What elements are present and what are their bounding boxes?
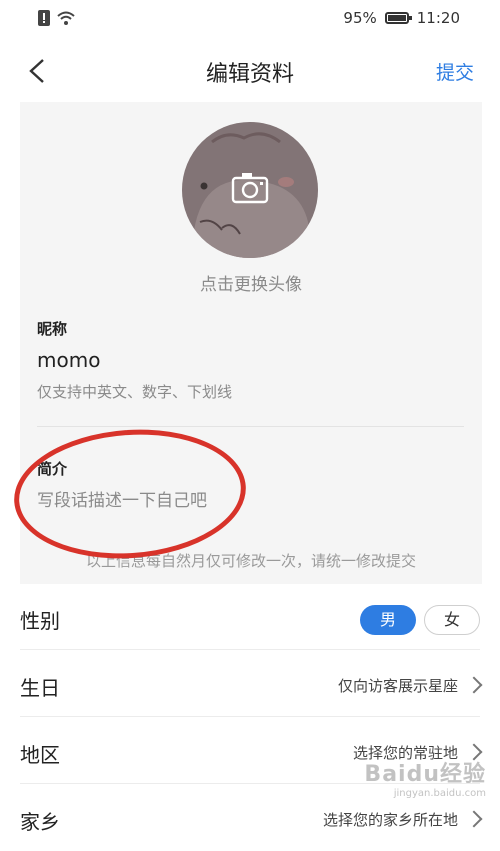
status-icons-left [38,10,76,26]
sim-alert-icon [38,10,50,26]
battery-percent: 95% [343,9,377,27]
avatar[interactable] [182,122,318,258]
divider [37,426,464,427]
wifi-icon [57,11,75,25]
nav-bar: 编辑资料 提交 [0,40,500,102]
bio-input[interactable]: 写段话描述一下自己吧 [37,486,207,511]
page-title: 编辑资料 [205,62,294,87]
watermark-logo: Baidu经验 jingyan.baidu.com [364,756,486,799]
watermark-url: jingyan.baidu.com [393,788,486,799]
status-icons-right: 95% 11:20 [343,9,460,27]
nickname-label: 昵称 [37,320,68,338]
watermark-text: Baidu经验 [364,762,486,787]
profile-panel: 点击更换头像 昵称 momo 仅支持中英文、数字、下划线 简介 写段话描述一下自… [20,102,482,584]
chevron-right-icon [465,810,483,828]
gender-female-option[interactable]: 女 [424,605,480,635]
nickname-hint: 仅支持中英文、数字、下划线 [37,383,233,401]
submit-button[interactable]: 提交 [436,58,474,85]
status-bar: 95% 11:20 [0,0,500,40]
region-label: 地区 [20,743,60,767]
avatar-change-hint[interactable]: 点击更换头像 [20,270,482,295]
gender-label: 性别 [20,609,60,633]
hometown-value: 选择您的家乡所在地 [322,811,458,829]
clock: 11:20 [416,9,460,27]
avatar-image [182,122,318,258]
bio-label: 简介 [37,460,68,478]
birthday-row[interactable]: 生日 仅向访客展示星座 [0,651,500,717]
divider [20,716,480,717]
hometown-label: 家乡 [20,810,60,834]
gender-row: 性别 男 女 [0,584,500,650]
chevron-right-icon [465,676,483,694]
divider [20,649,480,650]
nickname-input[interactable]: momo [37,348,100,372]
battery-icon [384,12,412,24]
gender-male-option[interactable]: 男 [360,605,416,635]
edit-notice: 以上信息每自然月仅可修改一次，请统一修改提交 [85,552,416,570]
birthday-label: 生日 [20,676,60,700]
birthday-value: 仅向访客展示星座 [337,677,458,695]
